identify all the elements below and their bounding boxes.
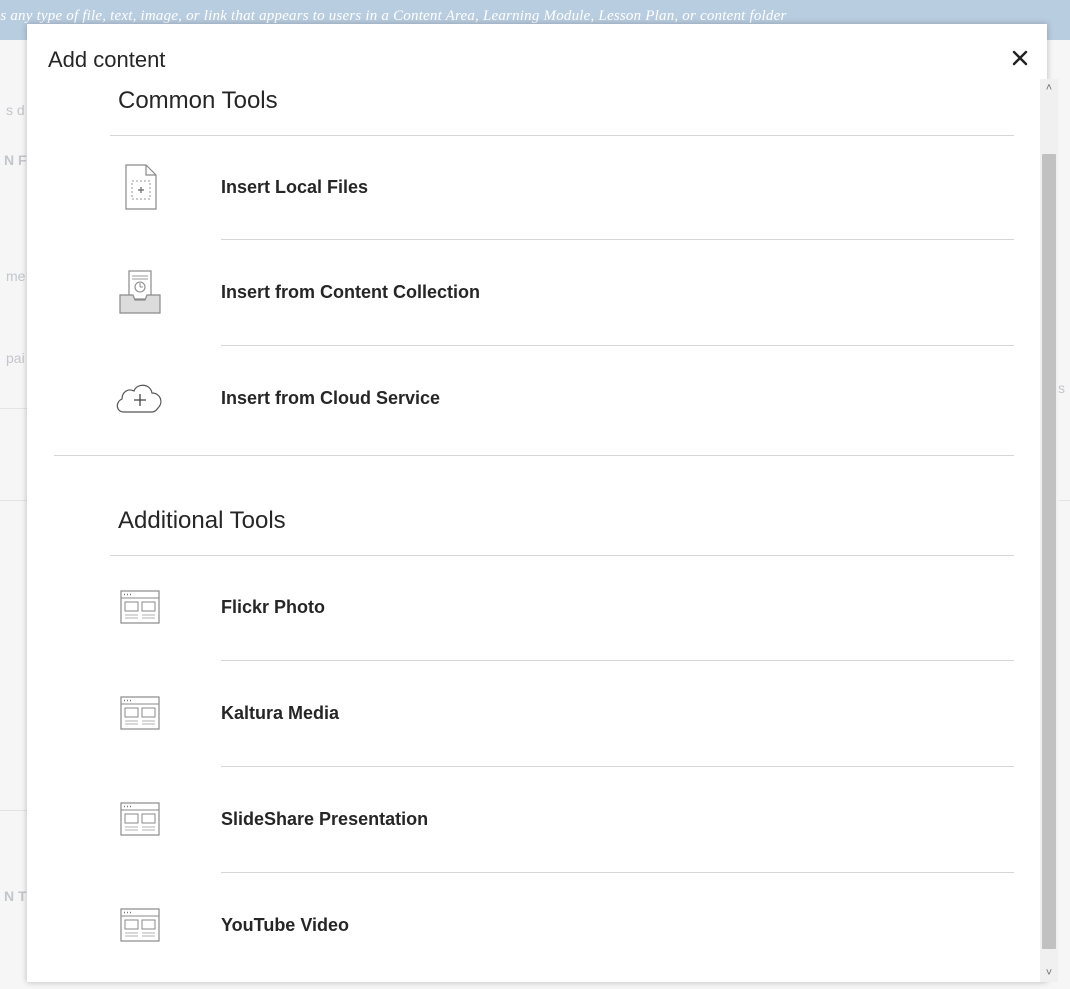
background-fragment: pai (6, 350, 25, 366)
background-fragment: me (6, 268, 26, 284)
add-content-dialog: Add content Common Tools Insert Local Fi… (27, 24, 1058, 982)
section-title-common-tools: Common Tools (118, 87, 278, 114)
scroll-down-button[interactable]: ˅ (1040, 964, 1058, 982)
tool-label: Insert Local Files (221, 176, 369, 197)
background-divider (0, 810, 30, 811)
dialog-title: Add content (48, 47, 166, 72)
background-fragment: N F (4, 152, 27, 168)
insert-from-cloud-service-button[interactable]: Insert from Cloud Service (110, 346, 1020, 450)
web-tool-icon (110, 577, 170, 637)
insert-from-content-collection-button[interactable]: Insert from Content Collection (110, 240, 1020, 344)
background-fragment: s (1058, 380, 1065, 396)
kaltura-media-button[interactable]: Kaltura Media (110, 661, 1020, 765)
web-tool-icon (110, 683, 170, 743)
insert-local-files-button[interactable]: Insert Local Files (110, 135, 1020, 239)
tool-label: YouTube Video (221, 914, 350, 935)
youtube-video-button[interactable]: YouTube Video (110, 873, 1020, 977)
background-divider (0, 408, 30, 409)
content-scrollbar[interactable]: ˄ ˅ (1040, 79, 1058, 982)
tool-label: SlideShare Presentation (221, 808, 429, 829)
background-fragment: s d (6, 102, 25, 118)
slideshare-presentation-button[interactable]: SlideShare Presentation (110, 767, 1020, 871)
scroll-up-button[interactable]: ˄ (1040, 79, 1058, 97)
cloud-add-icon (110, 368, 170, 428)
tool-label: Flickr Photo (221, 596, 326, 617)
background-divider (0, 500, 30, 501)
section-title-additional-tools: Additional Tools (118, 507, 286, 534)
web-tool-icon (110, 789, 170, 849)
close-button[interactable] (1005, 43, 1035, 73)
background-banner-text: is any type of file, text, image, or lin… (0, 8, 787, 24)
tool-label: Insert from Cloud Service (221, 387, 441, 408)
close-icon (1012, 50, 1028, 66)
file-add-icon (110, 157, 170, 217)
content-collection-icon (110, 262, 170, 322)
web-tool-icon (110, 895, 170, 955)
section-separator (54, 455, 1014, 456)
flickr-photo-button[interactable]: Flickr Photo (110, 555, 1020, 659)
tool-label: Insert from Content Collection (221, 281, 481, 302)
tool-label: Kaltura Media (221, 702, 340, 723)
dialog-content: Common Tools Insert Local Files Insert f… (27, 79, 1047, 982)
scroll-thumb[interactable] (1042, 154, 1056, 949)
background-fragment: N T (4, 888, 27, 904)
